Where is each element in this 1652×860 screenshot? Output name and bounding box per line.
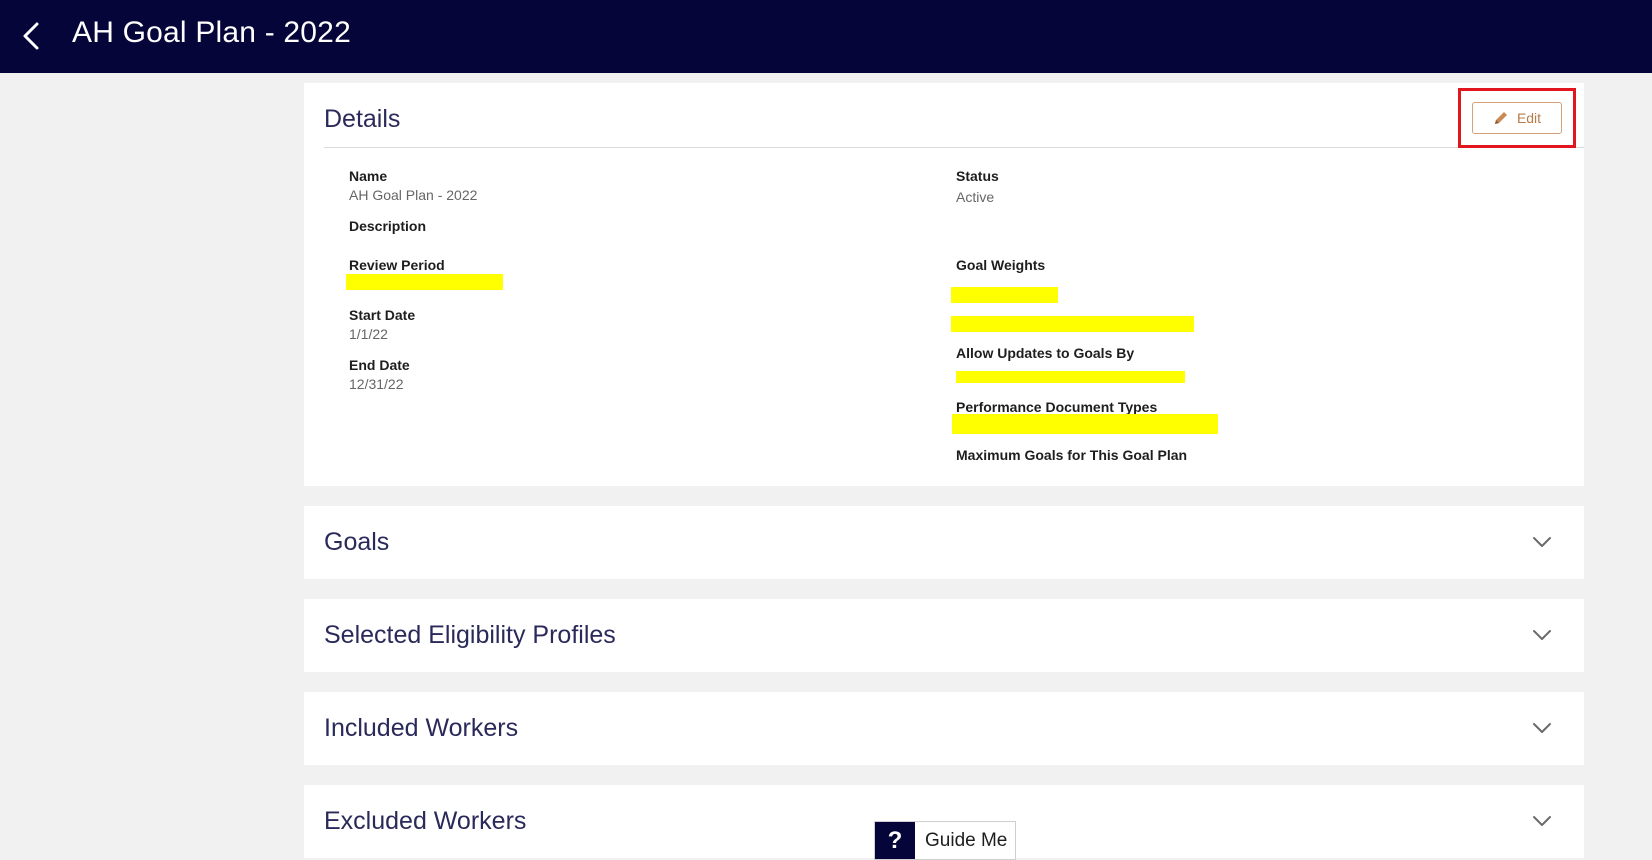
edit-button[interactable]: Edit [1472,102,1562,134]
allow-updates-label: Allow Updates to Goals By [956,345,1135,361]
pencil-icon [1494,112,1507,124]
section-selected-eligibility-profiles[interactable]: Selected Eligibility Profiles [304,599,1584,672]
name-label: Name [349,168,388,184]
performance-document-types-label: Performance Document Types [956,399,1158,415]
chevron-down-icon[interactable] [1530,530,1554,554]
goal-weights-label: Goal Weights [956,257,1046,273]
back-button[interactable] [12,16,52,56]
top-bar: AH Goal Plan - 2022 [0,0,1652,73]
status-label: Status [956,168,999,184]
section-eligibility-title: Selected Eligibility Profiles [324,621,616,649]
section-included-workers[interactable]: Included Workers [304,692,1584,765]
chevron-left-icon [23,22,39,50]
chevron-down-icon[interactable] [1530,809,1554,833]
help-icon: ? [875,822,915,859]
maximum-goals-label: Maximum Goals for This Goal Plan [956,447,1188,463]
section-goals[interactable]: Goals [304,506,1584,579]
name-value: AH Goal Plan - 2022 [349,187,478,203]
review-period-redaction [346,274,503,290]
performance-document-types-redaction [952,414,1218,434]
goal-weights-redaction-2 [951,316,1194,332]
edit-button-label: Edit [1516,110,1542,126]
allow-updates-redaction [956,371,1185,383]
start-date-value: 1/1/22 [349,326,388,342]
section-goals-title: Goals [324,528,390,556]
page-title: AH Goal Plan - 2022 [72,16,351,49]
start-date-label: Start Date [349,307,416,323]
section-included-workers-title: Included Workers [324,714,519,742]
details-heading: Details [324,105,401,133]
guide-me-button[interactable]: ? Guide Me [874,821,1016,860]
end-date-label: End Date [349,357,410,373]
goal-weights-redaction-1 [951,287,1058,303]
review-period-label: Review Period [349,257,445,273]
details-divider [324,147,1584,148]
end-date-value: 12/31/22 [349,376,404,392]
description-label: Description [349,218,427,234]
section-excluded-workers-title: Excluded Workers [324,807,527,835]
chevron-down-icon[interactable] [1530,716,1554,740]
status-value: Active [956,189,995,205]
guide-me-label: Guide Me [925,829,1008,851]
chevron-down-icon[interactable] [1530,623,1554,647]
details-panel: Details Edit Name AH Goal Plan - 2022 De… [304,83,1584,486]
